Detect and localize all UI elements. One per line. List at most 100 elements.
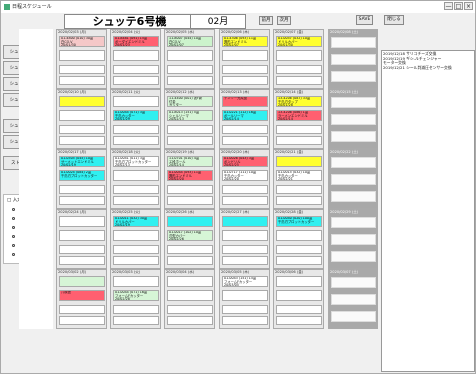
schedule-slot[interactable]: 01-4800 (010) 30蓋 白CO-V 20/01/30 <box>59 36 105 47</box>
schedule-slot[interactable] <box>113 96 159 107</box>
schedule-slot-empty[interactable] <box>59 185 105 194</box>
color-radio[interactable] <box>12 244 15 247</box>
schedule-slot[interactable] <box>113 276 159 287</box>
schedule-slot-empty[interactable] <box>167 316 213 325</box>
color-radio[interactable] <box>12 217 15 220</box>
schedule-slot[interactable] <box>59 110 105 121</box>
schedule-slot[interactable] <box>276 50 322 61</box>
schedule-slot[interactable]: 01-8481 (091) 15蓋 ボーダイエンドミル 20/01/23 <box>113 36 159 47</box>
day-cell[interactable]: 2020/02/24 (月) <box>56 209 107 269</box>
schedule-slot-empty[interactable] <box>167 256 213 265</box>
day-cell[interactable]: 2020/02/04 (火) 01-8481 (091) 15蓋 ボーダイエンドミル… <box>110 29 161 89</box>
schedule-slot[interactable] <box>59 276 105 287</box>
schedule-slot-empty[interactable] <box>222 76 268 85</box>
schedule-slot[interactable]: 01-0043 (151) 15蓋 フォームFカッター 20/03/05 <box>222 276 268 287</box>
schedule-slot-empty[interactable] <box>59 256 105 265</box>
schedule-slot[interactable] <box>276 230 322 241</box>
schedule-slot[interactable]: 01-0505 (045) 10蓋 サーメットエンドミル 20/02/19 <box>59 156 105 167</box>
schedule-slot[interactable]: 11-8007 (044) 10蓋 白CO-V 20/02/07 <box>167 36 213 47</box>
schedule-slot-empty[interactable] <box>222 125 268 134</box>
day-cell[interactable]: 2020/03/04 (水) <box>164 269 215 329</box>
schedule-slot-empty[interactable] <box>113 245 159 254</box>
schedule-slot-empty[interactable] <box>222 245 268 254</box>
schedule-slot[interactable]: 01-0024 (084) 2蓋 千鳥刃プロットカッター <box>59 170 105 181</box>
schedule-slot-empty[interactable] <box>167 305 213 314</box>
schedule-slot-empty[interactable] <box>222 65 268 74</box>
day-cell[interactable]: 2020/02/18 (火) 01-0041 (011) 3蓋 千鳥刃プロットカッタ… <box>110 149 161 209</box>
schedule-slot-empty[interactable] <box>276 245 322 254</box>
day-cell[interactable] <box>19 149 53 209</box>
schedule-slot-empty[interactable] <box>222 316 268 325</box>
day-cell[interactable]: 2020/02/03 (月) 01-4800 (010) 30蓋 白CO-V 20/0… <box>56 29 107 89</box>
schedule-slot[interactable] <box>331 71 376 82</box>
schedule-slot-empty[interactable] <box>276 65 322 74</box>
day-cell[interactable]: 2020/02/10 (月) <box>56 89 107 149</box>
schedule-slot-empty[interactable] <box>222 185 268 194</box>
schedule-slot-empty[interactable] <box>59 305 105 314</box>
schedule-slot[interactable]: 01-0011 (032) 30蓋 ドリルカバー 20/02/19 <box>113 216 159 227</box>
schedule-slot-empty[interactable] <box>276 185 322 194</box>
schedule-slot-empty[interactable] <box>113 76 159 85</box>
day-cell[interactable]: 2020/02/29 (土) <box>328 209 378 269</box>
minimize-button[interactable]: — <box>444 2 453 10</box>
schedule-slot-empty[interactable] <box>276 76 322 85</box>
schedule-slot-empty[interactable] <box>113 196 159 205</box>
day-cell[interactable]: 2020/02/05 (水) 11-8007 (044) 10蓋 白CO-V 20/0… <box>164 29 215 89</box>
schedule-slot[interactable] <box>331 97 376 108</box>
schedule-slot[interactable] <box>331 37 376 48</box>
day-cell[interactable]: 2020/02/25 (火) 01-0011 (032) 30蓋 ドリルカバー 20/… <box>110 209 161 269</box>
day-cell[interactable]: 2020/03/03 (火) 01-0044 (071) 16蓋 フォームFカッター… <box>110 269 161 329</box>
next-month-button[interactable]: 次月 <box>277 16 291 25</box>
schedule-slot-empty[interactable] <box>59 245 105 254</box>
day-cell[interactable]: 2020/02/12 (水) 11-4400 (001) 波F新 付金 カッター 01-… <box>164 89 215 149</box>
schedule-slot[interactable] <box>222 230 268 241</box>
schedule-slot-empty[interactable] <box>59 76 105 85</box>
schedule-slot[interactable]: テンソー完成品 <box>222 96 268 107</box>
schedule-slot-empty[interactable] <box>113 185 159 194</box>
schedule-slot[interactable]: 穴検査 <box>59 290 105 301</box>
schedule-slot[interactable] <box>167 50 213 61</box>
schedule-slot[interactable] <box>331 217 376 228</box>
schedule-slot-empty[interactable] <box>167 65 213 74</box>
schedule-slot-empty[interactable] <box>59 136 105 145</box>
close-button[interactable]: 閉じる <box>384 15 404 25</box>
memo-panel[interactable]: 2019/12/18 サリコチーズ交換 2019/12/19 ギシ-ルチェンジャー… <box>381 50 475 372</box>
schedule-slot-empty[interactable] <box>276 316 322 325</box>
schedule-slot[interactable] <box>167 216 213 227</box>
schedule-slot-empty[interactable] <box>276 256 322 265</box>
schedule-slot-empty[interactable] <box>222 196 268 205</box>
schedule-slot[interactable] <box>331 157 376 168</box>
schedule-slot[interactable] <box>59 216 105 227</box>
schedule-slot-empty[interactable] <box>276 196 322 205</box>
day-cell[interactable]: 2020/02/15 (土) <box>328 89 378 149</box>
schedule-slot[interactable]: 01-0041 (011) 3蓋 千鳥刃プロットカッター 20/02/13 <box>113 156 159 167</box>
schedule-slot[interactable]: 01-4306 (093) 11蓋 異形エンドミル 20/02/07 <box>222 36 268 47</box>
schedule-slot[interactable]: 01-0026 (043) 3蓋 ボンドリル 20/02/25 <box>222 156 268 167</box>
schedule-slot-empty[interactable] <box>167 76 213 85</box>
day-cell[interactable]: 2020/02/06 (木) 01-4306 (093) 11蓋 異形エンドミル 20… <box>219 29 270 89</box>
schedule-slot-empty[interactable] <box>113 65 159 74</box>
schedule-slot[interactable] <box>222 216 268 227</box>
day-cell[interactable]: 2020/02/08 (土) <box>328 29 378 89</box>
day-cell[interactable] <box>19 29 53 89</box>
color-radio[interactable] <box>12 208 15 211</box>
day-cell[interactable]: 2020/02/27 (木) <box>219 209 270 269</box>
schedule-slot-empty[interactable] <box>113 316 159 325</box>
schedule-slot-empty[interactable] <box>167 245 213 254</box>
day-cell[interactable]: 2020/02/13 (木) テンソー完成品 01-0221 (112) 16蓋 ボー… <box>219 89 270 149</box>
schedule-slot-empty[interactable] <box>222 136 268 145</box>
schedule-slot-empty[interactable] <box>276 125 322 134</box>
schedule-slot[interactable]: 01-0717 (111) 10蓋 千鳥カッター 20/02/20 <box>222 170 268 181</box>
schedule-slot[interactable]: 01-0017 (102) 10蓋 刃型カバー 20/02/26 <box>167 230 213 241</box>
schedule-slot-empty[interactable] <box>113 305 159 314</box>
schedule-slot[interactable] <box>167 290 213 301</box>
schedule-slot-empty[interactable] <box>276 305 322 314</box>
schedule-slot[interactable]: 13-4206 (087) 33蓋 千鳥刃タップ 20/01/28 <box>276 96 322 107</box>
schedule-slot[interactable] <box>59 230 105 241</box>
save-button[interactable]: SAVE <box>356 15 373 25</box>
schedule-slot-empty[interactable] <box>113 125 159 134</box>
day-cell[interactable]: 2020/02/17 (月) 01-0505 (045) 10蓋 サーメットエンドミ… <box>56 149 107 209</box>
day-cell[interactable]: 2020/02/09 (日) <box>19 89 53 149</box>
schedule-slot[interactable] <box>276 156 322 167</box>
schedule-slot[interactable] <box>331 191 376 202</box>
